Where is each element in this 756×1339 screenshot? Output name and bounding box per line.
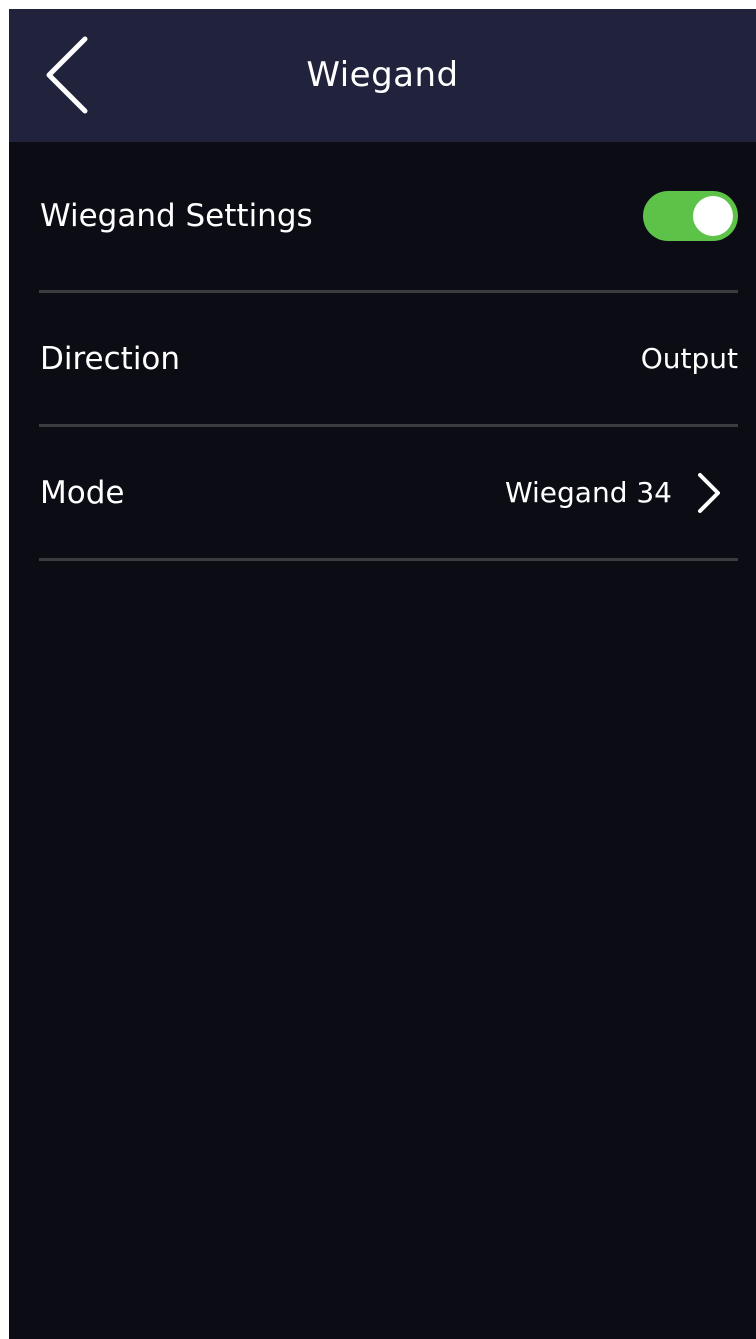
wiegand-settings-row: Wiegand Settings (39, 142, 738, 293)
mode-value-group: Wiegand 34 (505, 471, 738, 515)
settings-list: Wiegand Settings Direction Output Mode W… (39, 142, 738, 561)
mode-value: Wiegand 34 (504, 476, 672, 509)
page-title: Wiegand (306, 55, 459, 95)
chevron-right-icon[interactable] (694, 471, 724, 515)
direction-value: Output (640, 342, 738, 375)
wiegand-settings-toggle[interactable] (643, 191, 738, 241)
mode-row[interactable]: Mode Wiegand 34 (39, 427, 738, 561)
mode-label: Mode (40, 474, 125, 511)
header-bar: Wiegand (9, 9, 756, 142)
direction-label: Direction (40, 340, 181, 377)
toggle-knob (693, 196, 733, 236)
direction-row[interactable]: Direction Output (39, 293, 738, 427)
wiegand-screen: Wiegand Wiegand Settings Direction Outpu… (9, 9, 756, 1339)
wiegand-settings-label: Wiegand Settings (40, 198, 313, 234)
